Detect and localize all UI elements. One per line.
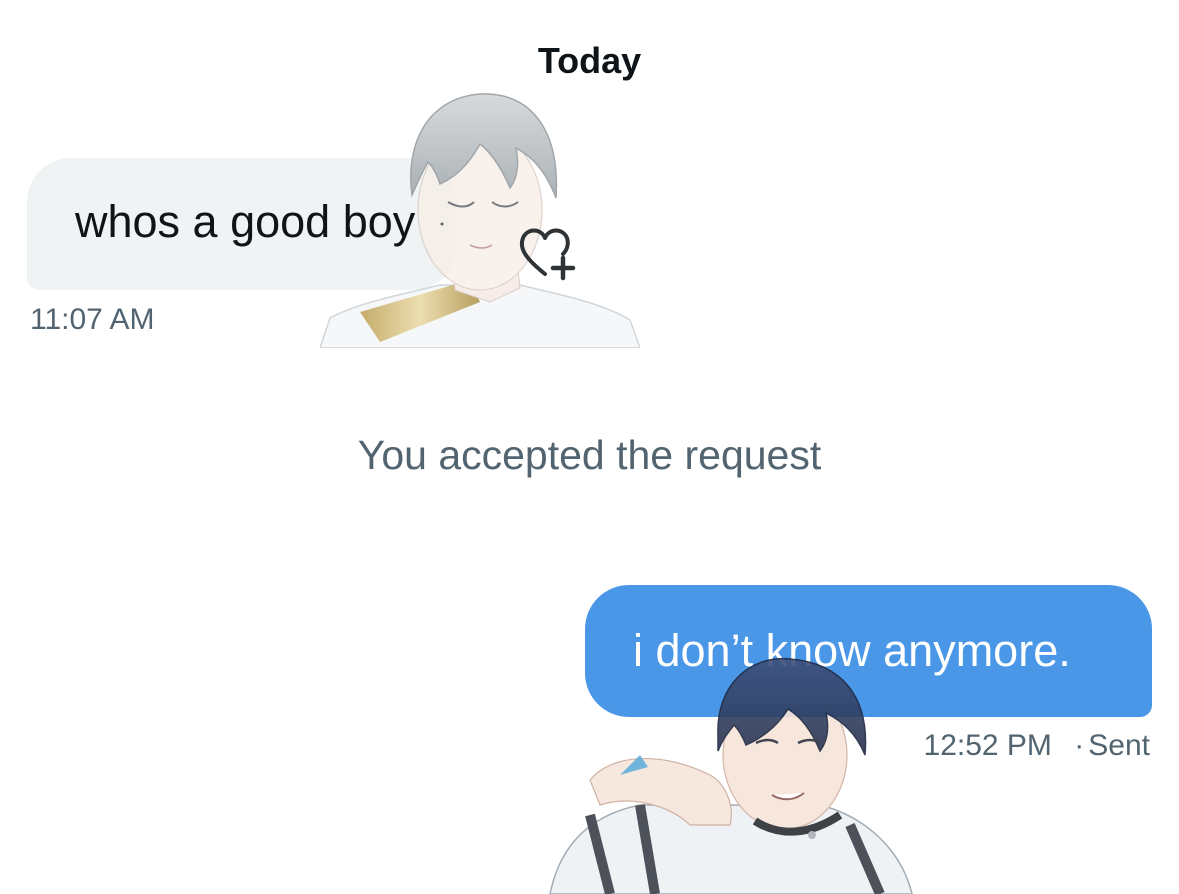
anime-character-illustration-2 [549,657,913,894]
meta-separator: · [1074,729,1085,762]
system-message: You accepted the request [357,432,822,478]
date-header: Today [537,40,642,81]
sent-message-meta: 12:52 PM · Sent [924,729,1150,763]
received-message-time: 11:07 AM [30,303,155,336]
sent-status: Sent [1088,729,1150,762]
heart-plus-icon[interactable] [515,222,581,282]
dm-conversation: Today whos a good boy 11:07 AM You accep… [0,0,1179,894]
sent-message-time: 12:52 PM [923,729,1052,762]
anime-character-illustration [320,93,640,348]
